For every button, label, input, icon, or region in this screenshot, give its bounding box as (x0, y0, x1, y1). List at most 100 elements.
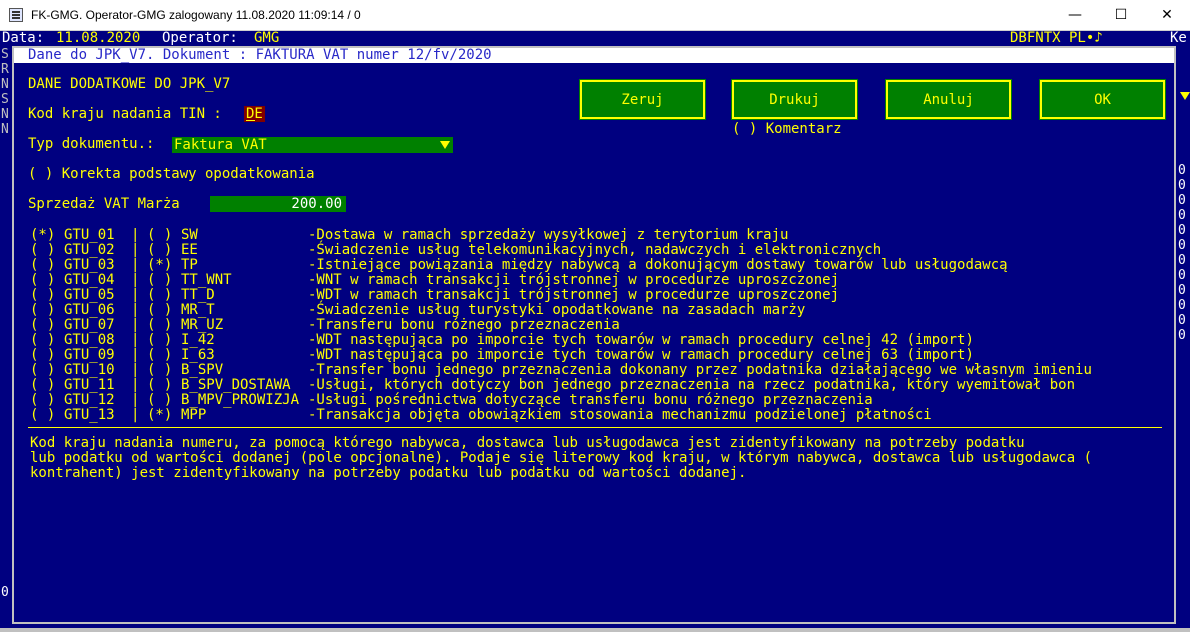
procedure-code: TP (181, 257, 198, 273)
procedure-description: -WDT następująca po imporcie tych towaró… (308, 347, 974, 363)
gtu-row: ( ) GTU_04 | ( ) TT_WNT -WNT w ramach transak… (30, 273, 1170, 288)
left-column-char: S (1, 47, 9, 62)
code-checkbox[interactable]: ( ) (147, 288, 172, 303)
gtu-row: ( ) GTU_02 | ( ) EE -Świadczenie usług teleko… (30, 243, 1170, 258)
sprzedaz-amount-field[interactable]: 200.00 (210, 196, 346, 212)
gtu-checkbox[interactable]: ( ) (30, 393, 55, 408)
background-dropdown-arrow-icon (1180, 92, 1190, 100)
ok-button[interactable]: OK (1039, 79, 1166, 120)
gtu-code: GTU_04 (64, 272, 115, 288)
tin-input[interactable]: DE (244, 106, 265, 122)
gtu-checkbox[interactable]: ( ) (30, 303, 55, 318)
code-checkbox[interactable]: ( ) (147, 333, 172, 348)
procedure-code: B_SPV (181, 362, 224, 378)
procedure-description: -Usługi, których dotyczy bon jednego prz… (308, 377, 1076, 393)
gtu-row: ( ) GTU_10 | ( ) B_SPV -Transfer bonu jednego… (30, 363, 1170, 378)
anuluj-button-label: Anuluj (923, 91, 974, 108)
zeruj-button[interactable]: Zeruj (579, 79, 706, 120)
background-right-column: 0 0 0 0 0 0 0 0 0 0 0 0 (1178, 163, 1190, 343)
code-checkbox[interactable]: ( ) (147, 228, 172, 243)
right-column-char: 0 (1178, 178, 1186, 193)
status-right-info: DBFNTX PL•♪ (1010, 30, 1103, 46)
right-column-char: 0 (1178, 193, 1186, 208)
gtu-code: GTU_12 (64, 392, 115, 408)
gtu-checkbox[interactable]: ( ) (30, 378, 55, 393)
right-column-char: 0 (1178, 298, 1186, 313)
procedure-description: -Transfer bonu jednego przeznaczenia dok… (308, 362, 1092, 378)
doc-type-label: Typ dokumentu.: (28, 136, 155, 152)
procedure-code: TT_D (181, 287, 215, 303)
drukuj-button[interactable]: Drukuj (731, 79, 858, 120)
code-checkbox[interactable]: ( ) (147, 348, 172, 363)
dialog-title-bar: Dane do JPK_V7. Dokument : FAKTURA VAT n… (14, 48, 1174, 63)
gtu-checkbox[interactable]: ( ) (30, 318, 55, 333)
operator-value: GMG (254, 30, 280, 46)
gtu-row: ( ) GTU_08 | ( ) I_42 -WDT następująca po imp… (30, 333, 1170, 348)
gtu-checkbox[interactable]: (*) (30, 228, 55, 243)
close-button[interactable]: ✕ (1144, 0, 1190, 30)
doc-type-value: Faktura VAT (174, 137, 267, 153)
gtu-checkbox[interactable]: ( ) (30, 273, 55, 288)
code-checkbox[interactable]: ( ) (147, 318, 172, 333)
help-line: lub podatku od wartości dodanej (pole op… (30, 450, 1093, 466)
minimize-button[interactable]: — (1052, 0, 1098, 30)
procedure-description: -WDT w ramach transakcji trójstronnej w … (308, 287, 840, 303)
column-divider: | (131, 392, 140, 408)
code-checkbox[interactable]: (*) (147, 258, 172, 273)
column-divider: | (131, 302, 140, 318)
code-checkbox[interactable]: ( ) (147, 303, 172, 318)
procedure-description: -Dostawa w ramach sprzedaży wysyłkowej z… (308, 227, 789, 243)
gtu-row: ( ) GTU_06 | ( ) MR_T -Świadczenie usług tury… (30, 303, 1170, 318)
left-column-char: R (1, 62, 9, 77)
sprzedaz-amount-value: 200.00 (291, 196, 342, 212)
background-bottom-left-value: 0 (1, 585, 9, 600)
right-column-char: 0 (1178, 328, 1186, 343)
maximize-button[interactable]: ☐ (1098, 0, 1144, 30)
procedure-code: SW (181, 227, 198, 243)
background-left-column: S R N S N N (1, 47, 11, 137)
window-title: FK-GMG. Operator-GMG zalogowany 11.08.20… (31, 8, 361, 22)
column-divider: | (131, 227, 140, 243)
left-column-char: N (1, 107, 9, 122)
column-divider: | (131, 257, 140, 273)
procedure-description: -WNT w ramach transakcji trójstronnej w … (308, 272, 840, 288)
procedure-description: -Transferu bonu różnego przeznaczenia (308, 317, 620, 333)
code-checkbox[interactable]: (*) (147, 408, 172, 423)
right-column-char: 0 (1178, 253, 1186, 268)
code-checkbox[interactable]: ( ) (147, 243, 172, 258)
operator-label: Operator: (162, 30, 238, 46)
korekta-checkbox[interactable]: ( ) Korekta podstawy opodatkowania (28, 167, 315, 182)
gtu-checkbox[interactable]: ( ) (30, 408, 55, 423)
procedure-description: -Świadczenie usług turystyki opodatkowan… (308, 302, 806, 318)
jpk-dialog: Dane do JPK_V7. Dokument : FAKTURA VAT n… (12, 46, 1176, 624)
column-divider: | (131, 317, 140, 333)
gtu-checkbox[interactable]: ( ) (30, 333, 55, 348)
code-checkbox[interactable]: ( ) (147, 273, 172, 288)
gtu-checkbox[interactable]: ( ) (30, 348, 55, 363)
komentarz-checkbox[interactable]: ( ) Komentarz (732, 122, 842, 137)
window-titlebar: FK-GMG. Operator-GMG zalogowany 11.08.20… (0, 0, 1190, 31)
gtu-code: GTU_09 (64, 347, 115, 363)
code-checkbox[interactable]: ( ) (147, 363, 172, 378)
column-divider: | (131, 362, 140, 378)
gtu-checkbox[interactable]: ( ) (30, 288, 55, 303)
column-divider: | (131, 377, 140, 393)
dialog-heading: DANE DODATKOWE DO JPK_V7 (28, 76, 231, 92)
right-column-char: 0 (1178, 223, 1186, 238)
gtu-checkbox[interactable]: ( ) (30, 258, 55, 273)
help-line: Kod kraju nadania numeru, za pomocą któr… (30, 435, 1025, 451)
column-divider: | (131, 272, 140, 288)
doc-type-select[interactable]: Faktura VAT (172, 137, 453, 153)
left-column-char: N (1, 122, 9, 137)
code-checkbox[interactable]: ( ) (147, 393, 172, 408)
help-separator (28, 427, 1162, 428)
status-right-fragment: Ke (1170, 30, 1187, 46)
procedure-code: MR_UZ (181, 317, 224, 333)
anuluj-button[interactable]: Anuluj (885, 79, 1012, 120)
gtu-checkbox[interactable]: ( ) (30, 243, 55, 258)
gtu-checkbox[interactable]: ( ) (30, 363, 55, 378)
date-value: 11.08.2020 (56, 30, 141, 46)
code-checkbox[interactable]: ( ) (147, 378, 172, 393)
help-text: Kod kraju nadania numeru, za pomocą któr… (30, 436, 1170, 481)
gtu-code: GTU_01 (64, 227, 115, 243)
